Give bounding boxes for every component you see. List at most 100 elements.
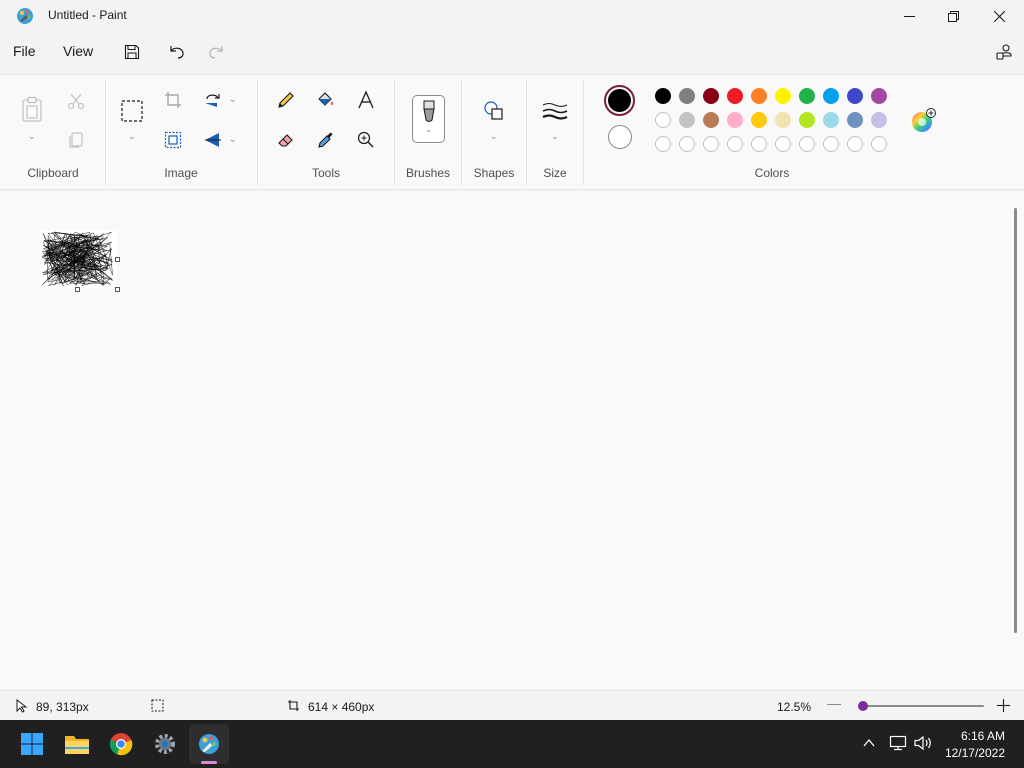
flip-button[interactable] (199, 126, 227, 154)
brush-icon (422, 100, 435, 122)
select-dropdown-chevron-icon[interactable]: ⌄ (128, 131, 136, 142)
rotate-dropdown-chevron-icon[interactable]: ⌄ (229, 94, 237, 105)
paint-palette-icon (16, 7, 34, 25)
paint-icon (199, 734, 219, 754)
fill-tool[interactable] (312, 86, 340, 114)
group-label-tools: Tools (311, 166, 340, 180)
menu-view[interactable]: View (63, 43, 93, 59)
clock-time[interactable]: 6:16 AM (940, 729, 1005, 743)
volume-button[interactable] (913, 735, 933, 754)
custom-color-slot[interactable] (823, 136, 839, 152)
chrome-button[interactable] (101, 724, 141, 764)
custom-color-slot[interactable] (751, 136, 767, 152)
file-explorer-button[interactable] (57, 724, 97, 764)
rotate-button[interactable] (199, 86, 227, 114)
settings-button[interactable] (145, 724, 185, 764)
palette-color-swatch[interactable] (751, 88, 767, 104)
cut-button[interactable] (62, 87, 90, 115)
palette-color-swatch[interactable] (751, 112, 767, 128)
palette-color-swatch[interactable] (823, 88, 839, 104)
group-label-size: Size (543, 166, 567, 180)
show-hidden-icons-button[interactable] (862, 736, 876, 753)
paste-dropdown-chevron-icon[interactable]: ⌄ (28, 131, 36, 142)
shapes-button[interactable] (480, 97, 508, 125)
palette-color-swatch[interactable] (655, 88, 671, 104)
palette-color-swatch[interactable] (655, 112, 671, 128)
paste-button[interactable] (18, 95, 46, 123)
undo-button[interactable] (164, 40, 190, 64)
drawing-canvas[interactable] (40, 230, 117, 288)
palette-color-swatch[interactable] (847, 112, 863, 128)
restore-button[interactable] (930, 0, 976, 32)
edit-colors-button[interactable] (910, 108, 936, 132)
selection-size-icon (151, 699, 164, 712)
custom-color-slot[interactable] (679, 136, 695, 152)
close-button[interactable] (976, 0, 1022, 32)
group-label-colors: Colors (754, 166, 790, 180)
secondary-color-button[interactable] (608, 125, 632, 149)
canvas-workspace[interactable] (0, 191, 1024, 690)
palette-color-swatch[interactable] (799, 112, 815, 128)
resize-handle-corner[interactable] (115, 287, 120, 292)
text-tool[interactable] (352, 86, 380, 114)
group-label-image: Image (164, 166, 198, 180)
resize-handle-right[interactable] (115, 257, 120, 262)
zoom-out-button[interactable] (827, 704, 841, 705)
crop-button[interactable] (159, 86, 187, 114)
resize-handle-bottom[interactable] (75, 287, 80, 292)
custom-color-slot[interactable] (799, 136, 815, 152)
resize-button[interactable] (159, 126, 187, 154)
size-button[interactable] (541, 97, 569, 125)
zoom-in-button[interactable] (997, 699, 1010, 712)
palette-color-swatch[interactable] (727, 112, 743, 128)
zoom-slider-track[interactable] (860, 705, 984, 707)
eraser-tool[interactable] (272, 126, 300, 154)
flip-dropdown-chevron-icon[interactable]: ⌄ (229, 134, 237, 145)
palette-color-swatch[interactable] (823, 112, 839, 128)
palette-color-swatch[interactable] (799, 88, 815, 104)
palette-color-swatch[interactable] (679, 112, 695, 128)
select-button[interactable] (118, 97, 146, 125)
title-bar: Untitled - Paint (0, 0, 1024, 32)
primary-color-button[interactable] (604, 85, 635, 116)
paint-taskbar-button[interactable] (189, 724, 229, 764)
copy-button[interactable] (62, 126, 90, 154)
network-button[interactable] (889, 735, 907, 754)
pencil-tool[interactable] (272, 86, 300, 114)
start-button[interactable] (12, 724, 52, 764)
paint-bucket-icon (318, 92, 334, 106)
file-explorer-icon (65, 736, 89, 754)
custom-color-slot[interactable] (727, 136, 743, 152)
custom-color-slot[interactable] (847, 136, 863, 152)
palette-color-swatch[interactable] (775, 88, 791, 104)
menu-file[interactable]: File (13, 43, 36, 59)
zoom-slider-thumb[interactable] (858, 701, 868, 711)
redo-button[interactable] (203, 40, 229, 64)
custom-color-slot[interactable] (655, 136, 671, 152)
shapes-icon (484, 101, 503, 120)
rectangle-select-icon (121, 100, 143, 122)
minimize-button[interactable] (886, 0, 932, 32)
shapes-dropdown-chevron-icon[interactable]: ⌄ (490, 131, 498, 142)
brushes-button[interactable]: ⌄ (412, 95, 445, 143)
color-picker-tool[interactable] (312, 126, 340, 154)
palette-color-swatch[interactable] (679, 88, 695, 104)
custom-color-slot[interactable] (775, 136, 791, 152)
palette-color-swatch[interactable] (775, 112, 791, 128)
palette-color-swatch[interactable] (703, 112, 719, 128)
account-button[interactable] (991, 40, 1017, 64)
palette-color-swatch[interactable] (847, 88, 863, 104)
magnifier-tool[interactable] (352, 126, 380, 154)
save-button[interactable] (119, 40, 145, 64)
palette-color-swatch[interactable] (871, 88, 887, 104)
clock-date[interactable]: 12/17/2022 (940, 746, 1005, 760)
palette-color-swatch[interactable] (727, 88, 743, 104)
size-dropdown-chevron-icon[interactable]: ⌄ (551, 131, 559, 142)
custom-color-slot[interactable] (703, 136, 719, 152)
save-icon (124, 44, 140, 60)
palette-color-swatch[interactable] (703, 88, 719, 104)
palette-color-swatch[interactable] (871, 112, 887, 128)
cursor-position: 89, 313px (36, 700, 89, 714)
vertical-scrollbar[interactable] (1014, 208, 1017, 633)
custom-color-slot[interactable] (871, 136, 887, 152)
